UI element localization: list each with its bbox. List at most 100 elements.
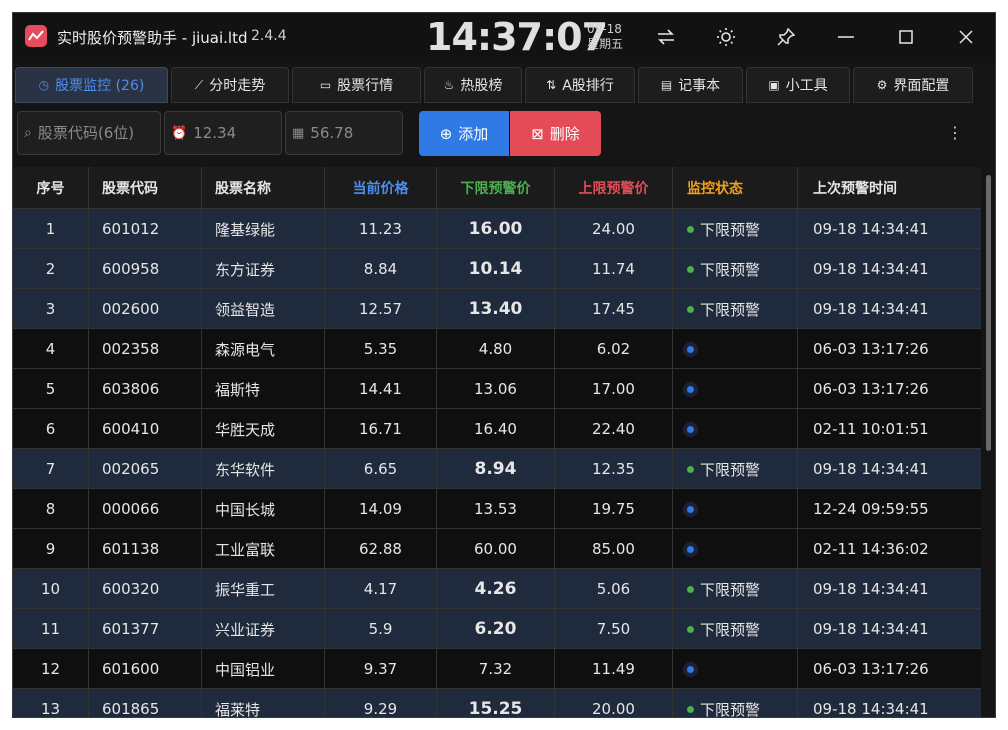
cell-code: 601012 [89, 209, 202, 249]
table-row[interactable]: 12 601600 中国铝业 9.37 7.32 11.49 06-03 13:17:26 [13, 649, 981, 689]
cell-name: 工业富联 [202, 529, 325, 569]
toolbar: ⌕ ⏰ ▦ ⊕ 添加 ⊠ 删除 ⋮ [13, 105, 995, 167]
monitoring-status-dot-icon [687, 505, 694, 513]
cell-status [673, 649, 798, 689]
app-title: 实时股价预警助手 - jiuai.ltd [57, 29, 248, 47]
table-row[interactable]: 1 601012 隆基绿能 11.23 16.00 24.00 下限预警 09-18 14:3… [13, 209, 981, 249]
monitoring-status-dot-icon [687, 345, 694, 353]
cell-current-price: 9.37 [325, 649, 437, 689]
close-button[interactable] [951, 23, 981, 51]
header-name[interactable]: 股票名称 [202, 167, 325, 209]
table-row[interactable]: 7 002065 东华软件 6.65 8.94 12.35 下限预警 09-18 14:34:… [13, 449, 981, 489]
table-scrollbar[interactable] [981, 167, 995, 717]
plus-circle-icon: ⊕ [439, 124, 453, 143]
status-text: 下限预警 [700, 700, 761, 718]
tab-hot-stocks[interactable]: ♨ 热股榜 [424, 67, 522, 103]
tab-intraday[interactable]: ⟋ 分时走势 [171, 67, 289, 103]
cell-code: 601138 [89, 529, 202, 569]
header-current-price[interactable]: 当前价格 [325, 167, 437, 209]
cell-current-price: 9.29 [325, 689, 437, 717]
table-header: 序号 股票代码 股票名称 当前价格 下限预警价 上限预警价 监控状态 上次预警时… [13, 167, 981, 209]
cell-index: 12 [13, 649, 89, 689]
clock-time: 14:37:07 [426, 15, 608, 59]
minimize-button[interactable] [831, 23, 861, 51]
table-row[interactable]: 5 603806 福斯特 14.41 13.06 17.00 06-03 13:17:26 [13, 369, 981, 409]
table-row[interactable]: 13 601865 福莱特 9.29 15.25 20.00 下限预警 09-18 14:34… [13, 689, 981, 718]
header-code[interactable]: 股票代码 [89, 167, 202, 209]
stock-code-input[interactable] [37, 124, 138, 142]
cell-low-alert-price: 13.53 [437, 489, 555, 529]
theme-sun-icon[interactable] [711, 23, 741, 51]
cell-name: 福莱特 [202, 689, 325, 717]
table-row[interactable]: 6 600410 华胜天成 16.71 16.40 22.40 02-11 10:01:51 [13, 409, 981, 449]
low-price-field[interactable]: ⏰ [164, 111, 282, 155]
tab-stock-monitor[interactable]: ◷ 股票监控 (26) [15, 67, 168, 103]
header-low-alert[interactable]: 下限预警价 [437, 167, 555, 209]
cell-current-price: 16.71 [325, 409, 437, 449]
cell-index: 4 [13, 329, 89, 369]
tab-ui-settings[interactable]: ⚙ 界面配置 [853, 67, 973, 103]
more-options-icon[interactable]: ⋮ [947, 123, 963, 142]
swap-icon[interactable] [651, 23, 681, 51]
cell-name: 隆基绿能 [202, 209, 325, 249]
clock-weekday: 星期五 [587, 37, 624, 51]
table-row[interactable]: 10 600320 振华重工 4.17 4.26 5.06 下限预警 09-18 14:34:… [13, 569, 981, 609]
header-index[interactable]: 序号 [13, 167, 89, 209]
status-text: 下限预警 [700, 580, 761, 599]
table-row[interactable]: 8 000066 中国长城 14.09 13.53 19.75 12-24 09:59:55 [13, 489, 981, 529]
header-last-alert-time[interactable]: 上次预警时间 [798, 167, 981, 209]
cell-low-alert-price: 16.00 [437, 209, 555, 249]
table-row[interactable]: 2 600958 东方证券 8.84 10.14 11.74 下限预警 09-18 14:34… [13, 249, 981, 289]
tab-a-share-ranking[interactable]: ⇅ A股排行 [525, 67, 635, 103]
cell-name: 东方证券 [202, 249, 325, 289]
cell-current-price: 62.88 [325, 529, 437, 569]
alert-status-dot-icon [687, 305, 694, 313]
cell-high-alert-price: 11.74 [555, 249, 673, 289]
cell-low-alert-price: 16.40 [437, 409, 555, 449]
header-high-alert[interactable]: 上限预警价 [555, 167, 673, 209]
cell-last-alert-time: 02-11 14:36:02 [813, 540, 929, 558]
tab-bar: ◷ 股票监控 (26) ⟋ 分时走势 ▭ 股票行情 ♨ 热股榜 ⇅ A股排行 ▤… [13, 63, 995, 105]
cell-name: 振华重工 [202, 569, 325, 609]
low-price-input[interactable] [193, 124, 274, 142]
scrollbar-thumb[interactable] [986, 175, 991, 451]
cell-name: 中国铝业 [202, 649, 325, 689]
maximize-button[interactable] [891, 23, 921, 51]
cell-status [673, 369, 798, 409]
table-row[interactable]: 9 601138 工业富联 62.88 60.00 85.00 02-11 14:36:02 [13, 529, 981, 569]
cell-index: 8 [13, 489, 89, 529]
cell-high-alert-price: 22.40 [555, 409, 673, 449]
cell-last-alert-time: 09-18 14:34:41 [813, 220, 929, 238]
status-text: 下限预警 [700, 620, 761, 639]
delete-button[interactable]: ⊠ 删除 [510, 111, 601, 156]
tab-tools[interactable]: ▣ 小工具 [746, 67, 850, 103]
cell-index: 1 [13, 209, 89, 249]
monitoring-status-dot-icon [687, 545, 694, 553]
cell-code: 002065 [89, 449, 202, 489]
pin-icon[interactable] [771, 23, 801, 51]
delete-button-label: 删除 [549, 125, 580, 143]
tab-quotes[interactable]: ▭ 股票行情 [292, 67, 421, 103]
table-row[interactable]: 11 601377 兴业证券 5.9 6.20 7.50 下限预警 09-18 14:34:4… [13, 609, 981, 649]
cell-status [673, 329, 798, 369]
add-button[interactable]: ⊕ 添加 [419, 111, 509, 156]
cell-low-alert-price: 15.25 [437, 689, 555, 717]
cell-code: 601377 [89, 609, 202, 649]
high-price-field[interactable]: ▦ [285, 111, 403, 155]
cell-code: 000066 [89, 489, 202, 529]
cell-index: 10 [13, 569, 89, 609]
cell-low-alert-price: 4.80 [437, 329, 555, 369]
tab-notepad[interactable]: ▤ 记事本 [638, 67, 743, 103]
header-status[interactable]: 监控状态 [673, 167, 798, 209]
alarm-icon: ⏰ [171, 125, 188, 141]
high-price-input[interactable] [310, 124, 391, 142]
cell-high-alert-price: 5.06 [555, 569, 673, 609]
cell-status: 下限预警 [673, 449, 798, 489]
flame-icon: ♨ [443, 78, 455, 92]
cell-last-alert-time: 09-18 14:34:41 [813, 580, 929, 598]
table-row[interactable]: 4 002358 森源电气 5.35 4.80 6.02 06-03 13:17:26 [13, 329, 981, 369]
stock-code-field[interactable]: ⌕ [17, 111, 161, 155]
status-text: 下限预警 [700, 300, 761, 319]
table-row[interactable]: 3 002600 领益智造 12.57 13.40 17.45 下限预警 09-18 14:3… [13, 289, 981, 329]
search-icon: ⌕ [24, 125, 32, 141]
